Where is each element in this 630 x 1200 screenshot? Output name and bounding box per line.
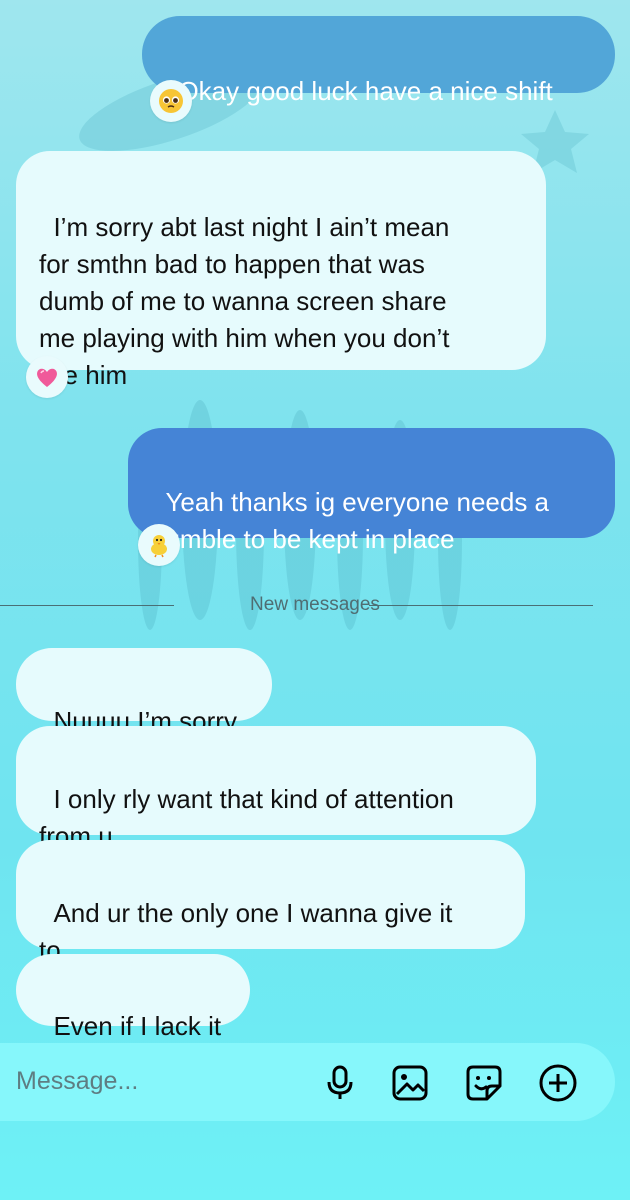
- microphone-icon: [327, 1065, 353, 1099]
- plus-icon: [539, 1064, 577, 1102]
- incoming-message-bubble[interactable]: I only rly want that kind of attention f…: [16, 726, 536, 851]
- incoming-message-bubble[interactable]: Nuuuu I’m sorry: [16, 648, 272, 736]
- pleading-face-icon: [159, 89, 183, 113]
- image-icon: [392, 1065, 428, 1101]
- sticker-icon: [466, 1065, 502, 1101]
- message-text: Okay good luck have a nice shift: [178, 76, 553, 106]
- message-input[interactable]: Message...: [16, 1067, 138, 1096]
- message-text: Even if I lack it: [53, 1011, 222, 1041]
- more-options-button[interactable]: [536, 1061, 580, 1105]
- gallery-button[interactable]: [388, 1061, 432, 1105]
- incoming-message-bubble[interactable]: I’m sorry abt last night I ain’t mean fo…: [16, 151, 546, 390]
- sparkling-heart-icon: [37, 368, 57, 387]
- microphone-button[interactable]: [318, 1061, 362, 1105]
- new-messages-divider: New messages: [0, 592, 630, 618]
- outgoing-message-bubble[interactable]: Yeah thanks ig everyone needs a humble t…: [128, 428, 615, 554]
- baby-chick-icon: [151, 535, 167, 558]
- sticker-button[interactable]: [462, 1061, 506, 1105]
- divider-line-right: [369, 605, 593, 606]
- outgoing-message-bubble[interactable]: Okay good luck have a nice shift: [142, 16, 615, 106]
- incoming-message-bubble[interactable]: Even if I lack it: [16, 954, 250, 1041]
- message-text: I’m sorry abt last night I ain’t mean fo…: [39, 212, 450, 390]
- message-text: Yeah thanks ig everyone needs a humble t…: [151, 487, 550, 554]
- message-composer: Message...: [0, 1043, 615, 1121]
- incoming-message-bubble[interactable]: And ur the only one I wanna give it to: [16, 840, 525, 965]
- reaction-badge[interactable]: [138, 524, 180, 566]
- reaction-badge[interactable]: [26, 356, 68, 398]
- reaction-badge[interactable]: [150, 80, 192, 122]
